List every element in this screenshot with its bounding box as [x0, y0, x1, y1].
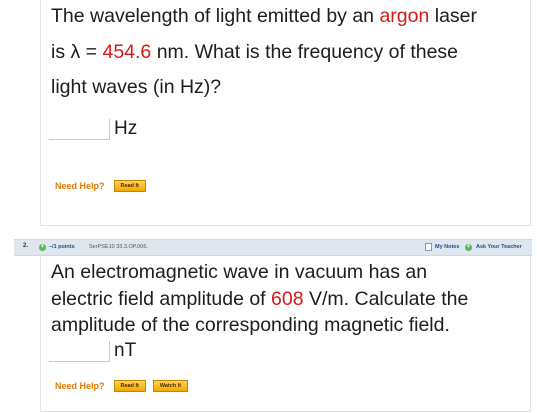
question-1-line-2: is λ = 454.6 nm. What is the frequency o…	[51, 40, 459, 63]
notes-icon[interactable]	[425, 243, 432, 251]
question-2-unit: nT	[114, 340, 137, 361]
my-notes-link[interactable]: My Notes	[435, 244, 459, 250]
question-2-text: An electromagnetic wave in vacuum has an…	[51, 259, 521, 339]
ask-teacher-link[interactable]: Ask Your Teacher	[476, 244, 522, 250]
question-2-highlight-amplitude: 608	[271, 287, 304, 310]
question-1-text: The wavelength of light emitted by an ar…	[51, 0, 521, 106]
question-2-help-row: Need Help? Read It Watch It	[55, 380, 195, 392]
question-1-highlight-argon: argon	[379, 5, 430, 27]
question-2-header-bar: 2. + –/1 points SerPSE10 33.3.OP.006. My…	[14, 239, 532, 256]
question-1-line-3: light waves (in Hz)?	[51, 76, 222, 98]
question-1-unit: Hz	[114, 118, 138, 139]
source-label: SerPSE10 33.3.OP.006.	[89, 244, 148, 250]
question-2-line-1: An electromagnetic wave in vacuum has an	[51, 261, 428, 283]
question-1-card: The wavelength of light emitted by an ar…	[40, 0, 531, 226]
points-label: –/1 points	[49, 244, 75, 250]
plus-circle-icon[interactable]: +	[465, 244, 472, 251]
plus-circle-icon[interactable]: +	[39, 244, 46, 251]
need-help-label: Need Help?	[55, 181, 105, 191]
question-2-line-2: electric field amplitude of 608 V/m. Cal…	[51, 287, 469, 310]
read-it-button[interactable]: Read It	[113, 380, 146, 392]
question-1-highlight-wavelength: 454.6	[102, 40, 152, 63]
question-2-line-3: amplitude of the corresponding magnetic …	[51, 314, 450, 336]
question-2-card: An electromagnetic wave in vacuum has an…	[40, 256, 531, 412]
need-help-label: Need Help?	[55, 381, 105, 391]
question-1-line-1: The wavelength of light emitted by an ar…	[51, 5, 478, 27]
question-2-answer-input[interactable]	[49, 341, 110, 362]
question-2-answer-row: nT	[49, 340, 136, 362]
read-it-button[interactable]: Read It	[113, 180, 146, 192]
watch-it-button[interactable]: Watch It	[152, 380, 189, 392]
question-1-answer-input[interactable]	[49, 119, 110, 140]
question-1-help-row: Need Help? Read It	[55, 180, 153, 192]
question-1-answer-row: Hz	[49, 118, 137, 140]
question-number: 2.	[23, 243, 29, 249]
